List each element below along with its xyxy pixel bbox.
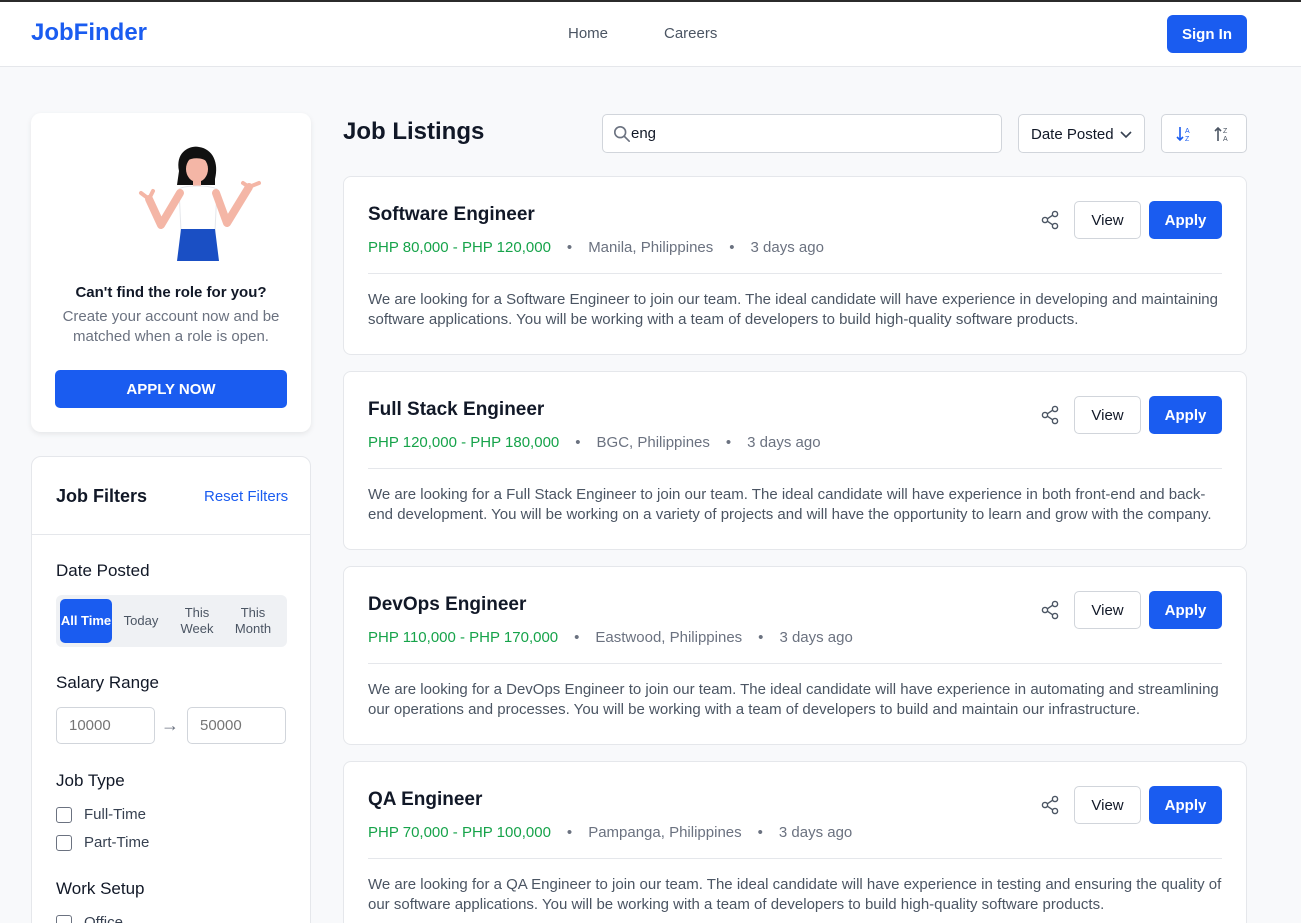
sort-by-value: Date Posted	[1031, 126, 1114, 143]
job-title[interactable]: Software Engineer	[368, 204, 535, 226]
job-card: QA Engineer PHP 70,000 - PHP 100,000 • Pam…	[343, 761, 1247, 923]
job-filters-panel: Job Filters Reset Filters Date Posted Al…	[31, 456, 311, 923]
job-posted: 3 days ago	[750, 239, 824, 256]
job-description: We are looking for a Full Stack Engineer…	[368, 486, 1212, 523]
office-label: Office	[84, 914, 123, 923]
view-button[interactable]: View	[1074, 591, 1141, 629]
job-meta: PHP 70,000 - PHP 100,000 • Pampanga, Phili…	[368, 824, 852, 841]
share-icon[interactable]	[1040, 795, 1060, 815]
sort-order-group: A Z Z A	[1161, 114, 1247, 153]
share-icon[interactable]	[1040, 210, 1060, 230]
job-location: Manila, Philippines	[588, 239, 714, 256]
svg-text:Z: Z	[1185, 136, 1190, 143]
job-title[interactable]: Full Stack Engineer	[368, 399, 544, 421]
site-header: JobFinder Home Careers Sign In	[0, 2, 1301, 67]
promo-title: Can't find the role for you?	[75, 284, 267, 301]
share-icon[interactable]	[1040, 600, 1060, 620]
logo[interactable]: JobFinder	[31, 19, 147, 47]
date-option-this-month[interactable]: This Month	[227, 599, 279, 643]
full-time-label: Full-Time	[84, 806, 146, 823]
separator-dot: •	[566, 824, 573, 841]
date-option-this-week[interactable]: This Week	[171, 599, 223, 643]
salary-min-input[interactable]	[56, 707, 155, 744]
work-setup-label: Work Setup	[56, 879, 145, 898]
separator-dot: •	[566, 239, 573, 256]
apply-button[interactable]: Apply	[1149, 396, 1222, 434]
divider	[368, 468, 1222, 469]
divider	[368, 273, 1222, 274]
search-icon	[613, 125, 631, 143]
separator-dot: •	[575, 434, 581, 451]
job-card: DevOps Engineer PHP 110,000 - PHP 170,00…	[343, 566, 1247, 745]
promo-card: Can't find the role for you? Create your…	[31, 113, 311, 432]
job-description: We are looking for a DevOps Engineer to …	[368, 681, 1219, 718]
separator-dot: •	[725, 434, 732, 451]
job-meta: PHP 80,000 - PHP 120,000 • Manila, Philipp…	[368, 239, 824, 256]
sort-ascending-icon[interactable]: A Z	[1175, 124, 1195, 144]
nav-home-link[interactable]: Home	[568, 25, 608, 42]
filters-title: Job Filters	[56, 486, 148, 506]
svg-text:Z: Z	[1223, 128, 1228, 135]
date-posted-segmented-control: All Time Today This Week This Month	[56, 595, 287, 647]
search-box[interactable]: eng	[602, 114, 1002, 153]
sort-by-select[interactable]: Date Posted	[1018, 114, 1145, 153]
page-title: Job Listings	[343, 118, 485, 145]
sign-in-button[interactable]: Sign In	[1167, 15, 1247, 53]
job-description: We are looking for a QA Engineer to join…	[368, 876, 1222, 913]
part-time-checkbox[interactable]	[56, 835, 72, 851]
separator-dot: •	[758, 629, 764, 646]
salary-range-label: Salary Range	[56, 673, 160, 692]
job-salary: PHP 80,000 - PHP 120,000	[368, 239, 551, 256]
woman-shrugging-illustration	[139, 146, 261, 261]
date-option-all-time[interactable]: All Time	[60, 599, 112, 643]
job-salary: PHP 110,000 - PHP 170,000	[368, 629, 559, 646]
salary-max-input[interactable]	[187, 707, 286, 744]
job-meta: PHP 110,000 - PHP 170,000 • Eastwood, Phil…	[368, 629, 853, 646]
separator-dot: •	[757, 824, 763, 841]
job-salary: PHP 70,000 - PHP 100,000	[368, 824, 551, 841]
job-description: We are looking for a Software Engineer t…	[368, 291, 1218, 328]
job-location: BGC, Philippines	[596, 434, 710, 451]
svg-text:A: A	[1185, 128, 1190, 135]
divider	[368, 663, 1222, 664]
apply-now-button[interactable]: APPLY NOW	[55, 370, 287, 408]
view-button[interactable]: View	[1074, 201, 1141, 239]
apply-button[interactable]: Apply	[1149, 201, 1222, 239]
date-option-today[interactable]: Today	[115, 599, 167, 643]
view-button[interactable]: View	[1074, 396, 1141, 434]
svg-text:A: A	[1223, 136, 1228, 143]
job-posted: 3 days ago	[778, 824, 853, 841]
full-time-checkbox[interactable]	[56, 807, 72, 823]
nav-careers-link[interactable]: Careers	[664, 25, 717, 42]
job-title[interactable]: DevOps Engineer	[368, 594, 526, 616]
job-location: Pampanga, Philippines	[588, 824, 742, 841]
office-checkbox[interactable]	[56, 915, 72, 923]
divider	[368, 858, 1222, 859]
date-posted-label: Date Posted	[56, 561, 150, 580]
separator-dot: •	[729, 239, 735, 256]
promo-text: Create your account now and be matched w…	[62, 308, 280, 345]
job-location: Eastwood, Philippines	[595, 629, 743, 646]
sort-descending-icon[interactable]: Z A	[1213, 124, 1233, 144]
job-title[interactable]: QA Engineer	[368, 789, 482, 811]
separator-dot: •	[574, 629, 580, 646]
apply-button[interactable]: Apply	[1149, 786, 1222, 824]
job-card: Software Engineer PHP 80,000 - PHP 120,0…	[343, 176, 1247, 355]
range-arrow: →	[161, 715, 179, 735]
job-type-label: Job Type	[56, 771, 125, 790]
reset-filters-link[interactable]: Reset Filters	[204, 488, 288, 505]
share-icon[interactable]	[1040, 405, 1060, 425]
job-card: Full Stack Engineer PHP 120,000 - PHP 18…	[343, 371, 1247, 550]
part-time-label: Part-Time	[84, 834, 150, 851]
job-salary: PHP 120,000 - PHP 180,000	[368, 434, 560, 451]
chevron-down-icon	[1120, 131, 1132, 139]
view-button[interactable]: View	[1074, 786, 1141, 824]
divider	[32, 534, 310, 535]
job-posted: 3 days ago	[747, 434, 821, 451]
job-posted: 3 days ago	[779, 629, 853, 646]
job-meta: PHP 120,000 - PHP 180,000 • BGC, Philippin…	[368, 434, 821, 451]
apply-button[interactable]: Apply	[1149, 591, 1222, 629]
search-input[interactable]: eng	[631, 125, 656, 142]
